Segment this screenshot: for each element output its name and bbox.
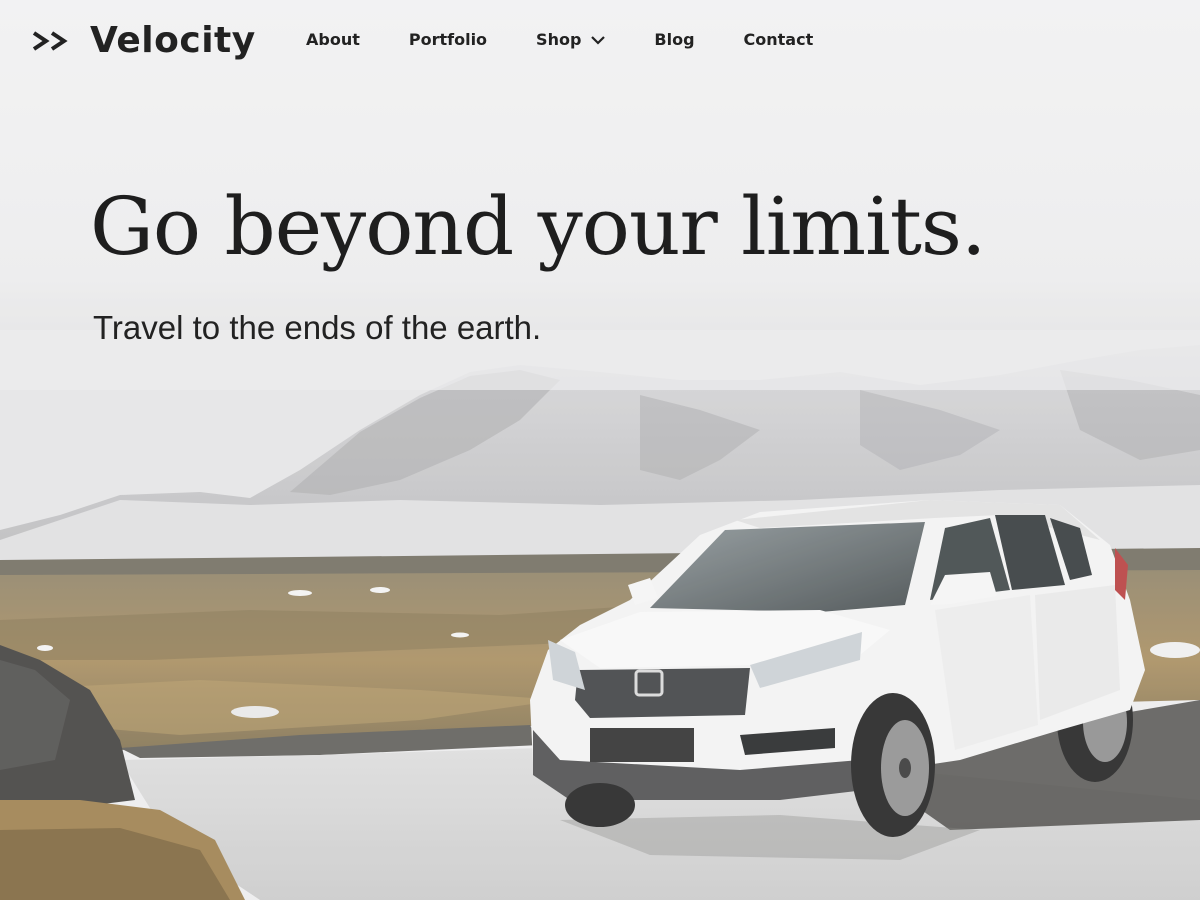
nav-item-shop-label: Shop (536, 30, 582, 49)
top-navbar: Velocity About Portfolio Shop Blog Conta… (0, 0, 1200, 84)
nav-item-about[interactable]: About (306, 30, 360, 49)
hero-background-image (0, 0, 1200, 900)
hero-title: Go beyond your limits. (90, 180, 986, 273)
nav-item-contact[interactable]: Contact (744, 30, 814, 49)
nav-item-blog[interactable]: Blog (654, 30, 694, 49)
hero-subtitle: Travel to the ends of the earth. (93, 309, 542, 346)
nav-item-portfolio[interactable]: Portfolio (409, 30, 487, 49)
double-chevron-right-icon (32, 30, 68, 51)
nav-menu: About Portfolio Shop Blog Contact (306, 30, 862, 49)
brand-logo[interactable]: Velocity (32, 20, 256, 61)
nav-item-shop[interactable]: Shop (536, 30, 606, 49)
chevron-down-icon (591, 35, 606, 45)
brand-name: Velocity (90, 20, 256, 61)
